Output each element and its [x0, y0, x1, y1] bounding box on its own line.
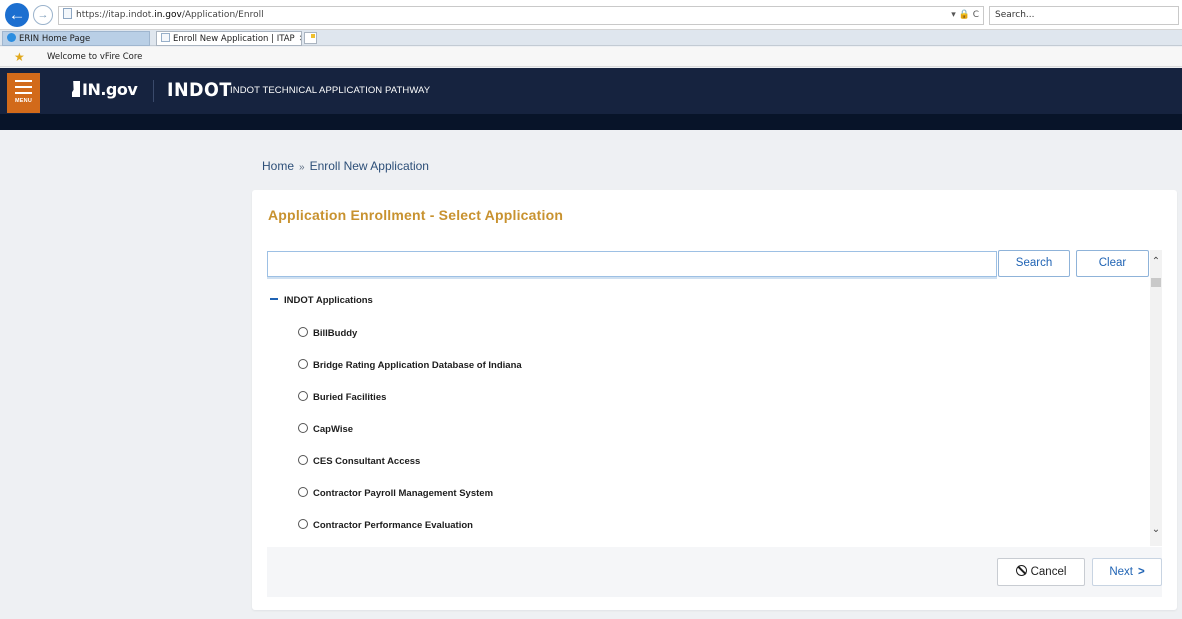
collapse-icon[interactable]	[270, 298, 278, 300]
radio-button[interactable]	[298, 391, 308, 401]
radio-button[interactable]	[298, 455, 308, 465]
page-icon	[161, 33, 170, 42]
favorites-bar: ★ Welcome to vFire Core	[0, 47, 1182, 67]
next-label: Next	[1109, 566, 1133, 578]
application-label: Bridge Rating Application Database of In…	[313, 360, 522, 371]
site-subtitle: INDOT TECHNICAL APPLICATION PATHWAY	[230, 85, 431, 96]
radio-button[interactable]	[298, 487, 308, 497]
list-item[interactable]: Bridge Rating Application Database of In…	[298, 359, 522, 371]
indot-logo[interactable]: INDOT	[167, 79, 232, 101]
list-item[interactable]: Buried Facilities	[298, 391, 386, 403]
ie-icon	[7, 33, 16, 42]
url-prefix: https://itap.indot.	[76, 10, 155, 20]
tab-row: ERIN Home Page Enroll New Application | …	[0, 30, 1182, 46]
breadcrumb-current: Enroll New Application	[309, 159, 429, 173]
group-label: INDOT Applications	[284, 295, 373, 306]
indiana-state-icon	[72, 81, 80, 97]
tab-enroll-new-application[interactable]: Enroll New Application | ITAP ✕	[156, 31, 302, 46]
application-label: CES Consultant Access	[313, 456, 421, 467]
list-item[interactable]: Contractor Payroll Management System	[298, 487, 493, 499]
favorites-star-icon[interactable]: ★	[14, 50, 25, 64]
application-label: CapWise	[313, 424, 354, 435]
radio-button[interactable]	[298, 519, 308, 529]
in-gov-logo[interactable]: IN.gov	[72, 80, 138, 102]
url-tools[interactable]: ▾ 🔒 C	[951, 7, 979, 24]
tab-label: ERIN Home Page	[19, 34, 91, 44]
back-arrow-icon[interactable]: ←	[5, 3, 29, 27]
cancel-button[interactable]: Cancel	[997, 558, 1085, 586]
tab-erin-home[interactable]: ERIN Home Page	[2, 31, 150, 46]
radio-button[interactable]	[298, 327, 308, 337]
browser-search-field[interactable]: Search...	[989, 6, 1179, 25]
list-item[interactable]: CES Consultant Access	[298, 455, 420, 467]
header-divider	[153, 80, 154, 102]
list-item[interactable]: CapWise	[298, 423, 353, 435]
breadcrumb-separator: »	[299, 162, 305, 173]
list-item[interactable]: Contractor Performance Evaluation	[298, 519, 473, 531]
in-gov-text: IN.gov	[82, 80, 138, 99]
hamburger-icon	[15, 80, 32, 94]
group-indot-applications[interactable]: INDOT Applications	[267, 295, 373, 306]
page-icon	[63, 8, 72, 19]
url-field[interactable]: https://itap.indot.in.gov/Application/En…	[58, 6, 984, 25]
application-label: Contractor Payroll Management System	[313, 488, 494, 499]
application-list: INDOT Applications BillBuddy Bridge Rati…	[267, 285, 1149, 545]
radio-button[interactable]	[298, 359, 308, 369]
breadcrumb: Home » Enroll New Application	[262, 158, 429, 176]
application-label: Contractor Performance Evaluation	[313, 520, 473, 531]
clear-button[interactable]: Clear	[1076, 250, 1149, 277]
breadcrumb-home[interactable]: Home	[262, 159, 294, 173]
chevron-up-icon[interactable]: ⌃	[1150, 256, 1162, 268]
close-icon[interactable]: ✕	[299, 34, 301, 44]
chevron-down-icon[interactable]: ⌄	[1150, 524, 1162, 536]
tab-label: Enroll New Application | ITAP	[173, 34, 295, 44]
scrollbar-thumb[interactable]	[1151, 278, 1161, 287]
ban-icon	[1015, 565, 1027, 576]
menu-label: MENU	[15, 98, 32, 104]
application-label: Buried Facilities	[313, 392, 387, 403]
new-tab-button[interactable]	[304, 32, 317, 44]
search-button[interactable]: Search	[998, 250, 1070, 277]
application-search-input[interactable]	[267, 251, 997, 277]
search-input-underline	[267, 277, 997, 279]
chevron-right-icon: >	[1137, 566, 1145, 578]
application-label: BillBuddy	[313, 328, 358, 339]
list-item[interactable]: BillBuddy	[298, 327, 357, 339]
forward-arrow-icon[interactable]: →	[33, 5, 53, 25]
cancel-label: Cancel	[1030, 566, 1067, 578]
favorite-link-vfire[interactable]: Welcome to vFire Core	[47, 50, 142, 64]
url-path: /Application/Enroll	[181, 10, 264, 20]
menu-button[interactable]: MENU	[7, 73, 40, 113]
browser-address-bar: ← → https://itap.indot.in.gov/Applicatio…	[0, 0, 1182, 30]
next-button[interactable]: Next >	[1092, 558, 1162, 586]
header-band	[0, 114, 1182, 130]
page-title: Application Enrollment - Select Applicat…	[268, 207, 564, 223]
list-scrollbar[interactable]: ⌃ ⌄	[1150, 250, 1162, 546]
url-host: in.gov	[154, 10, 182, 20]
radio-button[interactable]	[298, 423, 308, 433]
